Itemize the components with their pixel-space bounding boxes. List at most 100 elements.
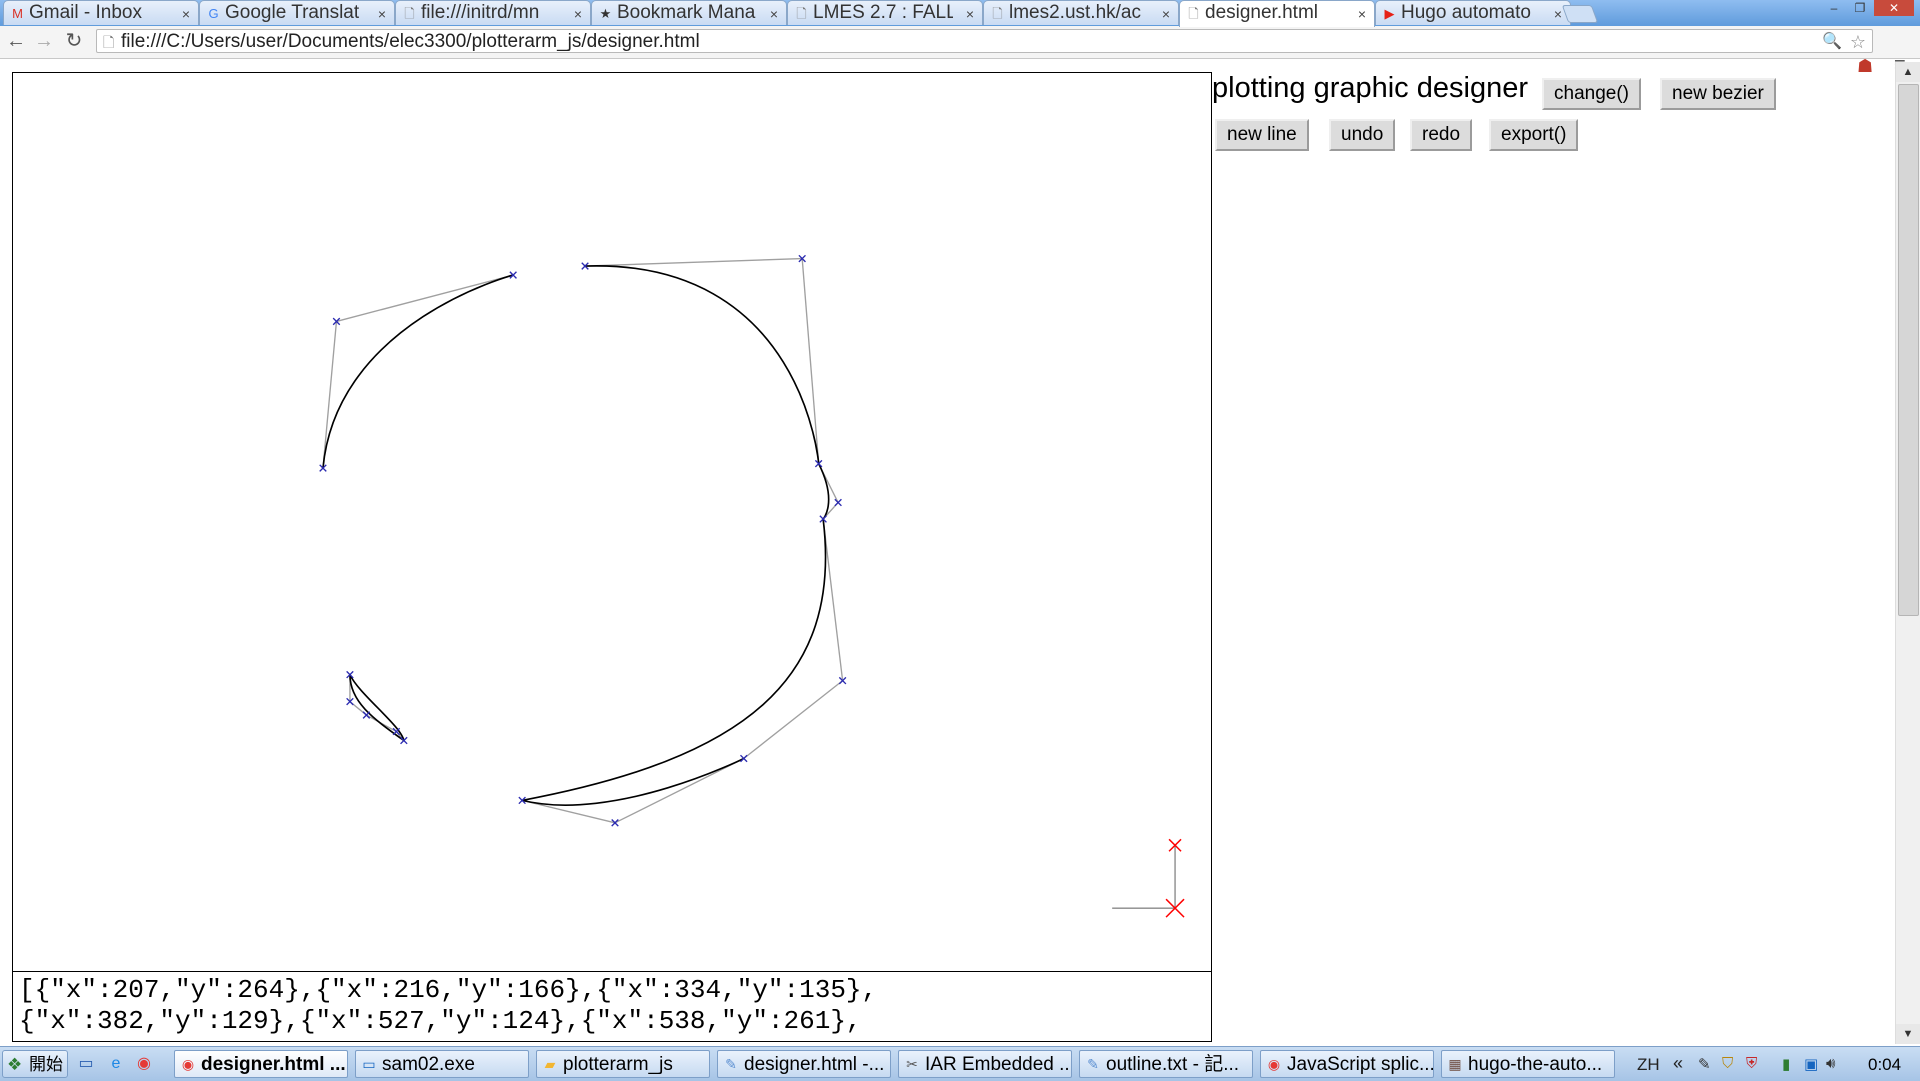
gmail-icon: M	[12, 6, 23, 21]
browser-tab[interactable]: G Google Translat ×	[199, 0, 395, 25]
chrome-icon: ◉	[181, 1056, 195, 1072]
handle-line	[336, 274, 514, 323]
minimize-icon[interactable]: –	[1822, 0, 1846, 16]
handle-line	[614, 757, 745, 824]
antivirus-icon[interactable]: ⛨	[1746, 1055, 1757, 1072]
extension-icon[interactable]: ☗	[1857, 56, 1873, 77]
tab-title: Google Translat	[225, 2, 360, 23]
handle-line	[801, 258, 820, 464]
window-icon: ▭	[362, 1056, 376, 1072]
bezier-curve	[521, 757, 745, 806]
new-tab-button[interactable]	[1561, 5, 1599, 23]
tab-close-icon[interactable]: ×	[1358, 2, 1366, 26]
tab-close-icon[interactable]: ×	[1162, 2, 1170, 25]
star-icon: ★	[599, 6, 612, 21]
tab-title: LMES 2.7 : FALL2	[813, 2, 953, 23]
forward-icon[interactable]: →	[32, 29, 56, 53]
start-button[interactable]: ❖ 開始	[2, 1050, 68, 1078]
tab-close-icon[interactable]: ×	[1554, 2, 1562, 25]
scroll-up-icon[interactable]: ▲	[1896, 62, 1920, 82]
new-line-button[interactable]: new line	[1215, 119, 1309, 151]
browser-tab[interactable]: 🗋 LMES 2.7 : FALL2 ×	[787, 0, 983, 25]
browser-tab[interactable]: ▶ Hugo automato ×	[1375, 0, 1571, 25]
pen-icon[interactable]: ✎	[1698, 1055, 1711, 1073]
tab-title: file:///initrd/mn	[421, 2, 540, 23]
drawing-canvas[interactable]	[12, 72, 1212, 972]
chrome-icon: ◉	[1267, 1056, 1281, 1072]
task-label: sam02.exe	[382, 1054, 475, 1075]
origin-axis	[1112, 838, 1185, 918]
tab-close-icon[interactable]: ×	[182, 2, 190, 25]
reload-icon[interactable]: ↻	[62, 29, 86, 53]
browser-tab[interactable]: 🗋 designer.html ×	[1179, 0, 1375, 27]
json-output-line: {"x":382,"y":129},{"x":527,"y":124},{"x"…	[19, 1006, 862, 1036]
taskbar-task[interactable]: ▭ sam02.exe	[355, 1050, 529, 1078]
tab-title: lmes2.ust.hk/ac	[1009, 2, 1141, 23]
control-point-icon[interactable]	[362, 711, 371, 719]
control-point-icon[interactable]	[740, 754, 748, 763]
address-bar-url[interactable]: file:///C:/Users/user/Documents/elec3300…	[121, 30, 700, 54]
task-label: plotterarm_js	[563, 1054, 673, 1075]
bezier-curve	[585, 265, 820, 464]
tab-title: Bookmark Mana	[617, 2, 756, 23]
browser-tab[interactable]: M Gmail - Inbox ×	[3, 0, 199, 25]
bookmark-star-icon[interactable]: ☆	[1850, 30, 1866, 54]
iar-icon: ✂	[906, 1056, 918, 1072]
show-desktop-icon[interactable]: ▭	[76, 1054, 96, 1074]
windows-logo-icon: ❖	[7, 1055, 23, 1074]
battery-icon[interactable]: ▮	[1782, 1055, 1790, 1073]
export-button[interactable]: export()	[1489, 119, 1579, 151]
page-icon: 🗋	[404, 6, 415, 21]
taskbar-task[interactable]: ◉ JavaScript splic...	[1260, 1050, 1434, 1078]
folder-icon: ▰	[544, 1056, 556, 1072]
browser-tab[interactable]: 🗋 file:///initrd/mn ×	[395, 0, 591, 25]
json-output[interactable]: [{"x":207,"y":264},{"x":216,"y":166},{"x…	[12, 972, 1212, 1042]
back-icon[interactable]: ←	[4, 29, 28, 53]
start-label: 開始	[29, 1055, 63, 1074]
tab-title: Hugo automato	[1401, 2, 1531, 23]
new-bezier-button[interactable]: new bezier	[1660, 78, 1776, 110]
scroll-thumb[interactable]	[1898, 84, 1919, 616]
close-window-icon[interactable]: ✕	[1874, 0, 1914, 16]
change-button[interactable]: change()	[1542, 78, 1641, 110]
taskbar-task[interactable]: ✂ IAR Embedded ...	[898, 1050, 1072, 1078]
browser-tab[interactable]: ★ Bookmark Mana ×	[591, 0, 787, 25]
tab-title: designer.html	[1205, 2, 1319, 23]
json-output-line: [{"x":207,"y":264},{"x":216,"y":166},{"x…	[19, 975, 878, 1005]
tab-close-icon[interactable]: ×	[378, 2, 386, 25]
task-label: JavaScript splic...	[1287, 1054, 1434, 1075]
restore-icon[interactable]: ❐	[1848, 0, 1872, 16]
redo-button[interactable]: redo	[1410, 119, 1473, 151]
taskbar-task[interactable]: ▰ plotterarm_js	[536, 1050, 710, 1078]
address-bar[interactable]: 🗋 file:///C:/Users/user/Documents/elec33…	[96, 29, 1873, 53]
handle-line	[822, 518, 844, 681]
tray-expand-icon[interactable]: «	[1673, 1053, 1683, 1074]
page-icon: 🗋	[992, 6, 1003, 21]
handle-line	[585, 257, 803, 267]
notepad-icon: ✎	[1087, 1056, 1099, 1072]
drawing-svg[interactable]	[13, 73, 1211, 971]
vertical-scrollbar[interactable]: ▲ ▼	[1895, 62, 1920, 1044]
tab-close-icon[interactable]: ×	[574, 2, 582, 25]
taskbar-task[interactable]: ◉ designer.html ...	[174, 1050, 348, 1078]
tab-close-icon[interactable]: ×	[770, 2, 778, 25]
zoom-icon[interactable]: 🔍	[1822, 30, 1842, 54]
page-icon: 🗋	[103, 34, 115, 50]
network-icon[interactable]: ▣	[1804, 1055, 1818, 1073]
volume-icon[interactable]: 🔊︎	[1826, 1055, 1835, 1072]
bezier-curve	[817, 463, 830, 520]
scroll-down-icon[interactable]: ▼	[1896, 1024, 1920, 1044]
control-point-icon[interactable]	[834, 498, 842, 507]
taskbar-task[interactable]: ✎ designer.html -...	[717, 1050, 891, 1078]
security-icon[interactable]: ⛉	[1722, 1055, 1733, 1072]
youtube-icon: ▶	[1384, 6, 1395, 21]
browser-tab[interactable]: 🗋 lmes2.ust.hk/ac ×	[983, 0, 1179, 25]
taskbar-task[interactable]: ▦ hugo-the-auto...	[1441, 1050, 1615, 1078]
bezier-curve	[521, 518, 827, 802]
tab-close-icon[interactable]: ×	[966, 2, 974, 25]
taskbar-task[interactable]: ✎ outline.txt - 記...	[1079, 1050, 1253, 1078]
ime-indicator[interactable]: ZH	[1637, 1055, 1660, 1075]
ie-icon[interactable]: e	[106, 1054, 126, 1074]
chrome-icon[interactable]: ◉	[134, 1054, 154, 1074]
undo-button[interactable]: undo	[1329, 119, 1396, 151]
